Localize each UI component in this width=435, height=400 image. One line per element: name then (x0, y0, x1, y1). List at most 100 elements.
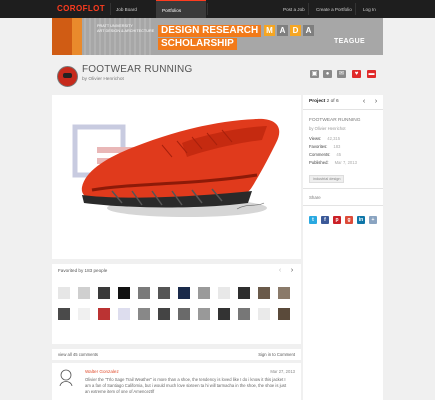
banner-title-line: DESIGN RESEARCH (158, 25, 262, 37)
comment-text: Olivier the "Trlo Sage Trail Weather" is… (85, 377, 287, 394)
favoriter-avatar[interactable] (178, 287, 190, 299)
user-icon[interactable]: ● (323, 70, 332, 78)
favoriter-avatar[interactable] (58, 308, 70, 320)
favoriter-avatar[interactable] (78, 308, 90, 320)
google-plus-icon[interactable]: g (345, 216, 353, 224)
favoriter-avatar[interactable] (138, 287, 150, 299)
coroflot-logo[interactable]: COROFLOT (57, 4, 105, 13)
favoriter-avatar[interactable] (78, 287, 90, 299)
mail-icon[interactable]: ✉ (337, 70, 346, 78)
favoriter-avatar[interactable] (158, 308, 170, 320)
banner-mada-letter: D (290, 25, 301, 36)
favorites-label: Favorited by 183 people (58, 268, 108, 273)
nav-post-a-job[interactable]: Post a Job (277, 0, 311, 18)
banner-mada-letter: A (277, 25, 288, 36)
favoriter-avatar[interactable] (58, 287, 70, 299)
favoriter-avatar[interactable] (218, 287, 230, 299)
linkedin-icon[interactable]: in (357, 216, 365, 224)
chevron-right-icon[interactable]: › (371, 97, 381, 106)
project-author[interactable]: by Olivier Henrichot (82, 77, 124, 82)
favoriter-avatar[interactable] (258, 308, 270, 320)
project-label: Project (309, 99, 326, 104)
sidebar-project-author[interactable]: by Olivier Henrichot (309, 126, 346, 131)
project-counter: Project 2 of 6 (309, 99, 339, 104)
favoriter-avatar[interactable] (118, 287, 130, 299)
share-icon[interactable]: ▣ (310, 70, 319, 78)
banner-school-name: PRATT UNIVERSITY ART DESIGN & ARCHITECTU… (97, 24, 154, 34)
project-position: 2 of 6 (326, 99, 339, 104)
favoriter-avatar[interactable] (118, 308, 130, 320)
view-all-comments-link[interactable]: view all 45 comments (58, 352, 98, 357)
nav-separator (355, 3, 356, 15)
bookmark-icon[interactable]: + (369, 216, 377, 224)
stat-views: Views: 42,315 (309, 136, 340, 141)
banner-sponsor: TEAGUE (334, 38, 365, 45)
stat-favorites: Favorites: 183 (309, 144, 340, 149)
twitter-icon[interactable]: t (309, 216, 317, 224)
banner-mada-letter: A (303, 25, 314, 36)
sign-in-to-comment-link[interactable]: Sign in to Comment (258, 352, 295, 357)
divider (303, 188, 383, 189)
comment-item: Walter Gonzalez Mar 27, 2013 Olivier the… (52, 363, 301, 400)
stat-value: 42,315 (327, 136, 341, 141)
favoriter-avatar[interactable] (278, 308, 290, 320)
divider (303, 205, 383, 206)
chevron-left-icon[interactable]: ‹ (359, 97, 369, 106)
favoriter-avatar[interactable] (198, 287, 210, 299)
banner-color-block (52, 18, 72, 55)
favoriter-avatar[interactable] (198, 308, 210, 320)
stat-value: Mar 7, 2013 (334, 160, 357, 165)
comment-date: Mar 27, 2013 (270, 369, 295, 374)
divider (303, 109, 383, 110)
commenter-avatar[interactable] (58, 368, 74, 386)
nav-job-board[interactable]: Job Board (110, 0, 143, 18)
comments-header: view all 45 comments Sign in to Comment (52, 349, 301, 360)
banner-color-block (72, 18, 82, 55)
advertisement-banner[interactable]: PRATT UNIVERSITY ART DESIGN & ARCHITECTU… (52, 18, 383, 55)
project-sidebar: Project 2 of 6 ‹ › FOOTWEAR RUNNING by O… (303, 95, 383, 400)
favoriter-avatar[interactable] (98, 308, 110, 320)
nav-create-portfolio[interactable]: Create a Portfolio (310, 0, 358, 18)
favoriter-avatar[interactable] (278, 287, 290, 299)
stat-value: 183 (333, 144, 341, 149)
comment-icon[interactable]: ▬ (367, 70, 376, 78)
pinterest-icon[interactable]: p (333, 216, 341, 224)
favorites-grid (52, 278, 301, 344)
shoe-illustration (72, 118, 280, 217)
sidebar-project-title: FOOTWEAR RUNNING (309, 118, 361, 123)
banner-title-line: SCHOLARSHIP (158, 38, 237, 50)
favoriter-avatar[interactable] (218, 308, 230, 320)
favoriter-avatar[interactable] (138, 308, 150, 320)
stat-published: Published: Mar 7, 2013 (309, 160, 357, 165)
favorites-header: Favorited by 183 people ‹ › (52, 264, 301, 278)
stat-key: Comments: (309, 152, 331, 157)
page-title: FOOTWEAR RUNNING (82, 64, 193, 75)
favoriter-avatar[interactable] (258, 287, 270, 299)
nav-separator (308, 3, 309, 15)
top-navigation-bar: COROFLOT Job Board Portfolios Post a Job… (0, 0, 435, 18)
chevron-right-icon[interactable]: › (287, 266, 297, 276)
nav-separator (207, 3, 208, 15)
share-label: Share (309, 195, 321, 200)
favoriter-avatar[interactable] (238, 308, 250, 320)
commenter-name[interactable]: Walter Gonzalez (85, 369, 119, 374)
avatar[interactable] (57, 66, 78, 87)
favoriter-avatar[interactable] (158, 287, 170, 299)
stat-comments: Comments: 45 (309, 152, 341, 157)
banner-school-line: ART DESIGN & ARCHITECTURE (97, 29, 155, 33)
facebook-icon[interactable]: f (321, 216, 329, 224)
project-tag[interactable]: industrial design (309, 175, 345, 183)
banner-mada-letter: M (264, 25, 275, 36)
stat-key: Views: (309, 136, 322, 141)
stat-key: Favorites: (309, 144, 328, 149)
favoriter-avatar[interactable] (238, 287, 250, 299)
chevron-left-icon[interactable]: ‹ (275, 266, 285, 276)
favoriter-avatar[interactable] (178, 308, 190, 320)
stat-value: 45 (336, 152, 342, 157)
nav-log-in[interactable]: Log In (357, 0, 382, 18)
heart-icon[interactable]: ♥ (352, 70, 361, 78)
project-image[interactable] (52, 95, 301, 259)
favoriter-avatar[interactable] (98, 287, 110, 299)
stat-key: Published: (309, 160, 329, 165)
nav-portfolios[interactable]: Portfolios (156, 0, 206, 18)
